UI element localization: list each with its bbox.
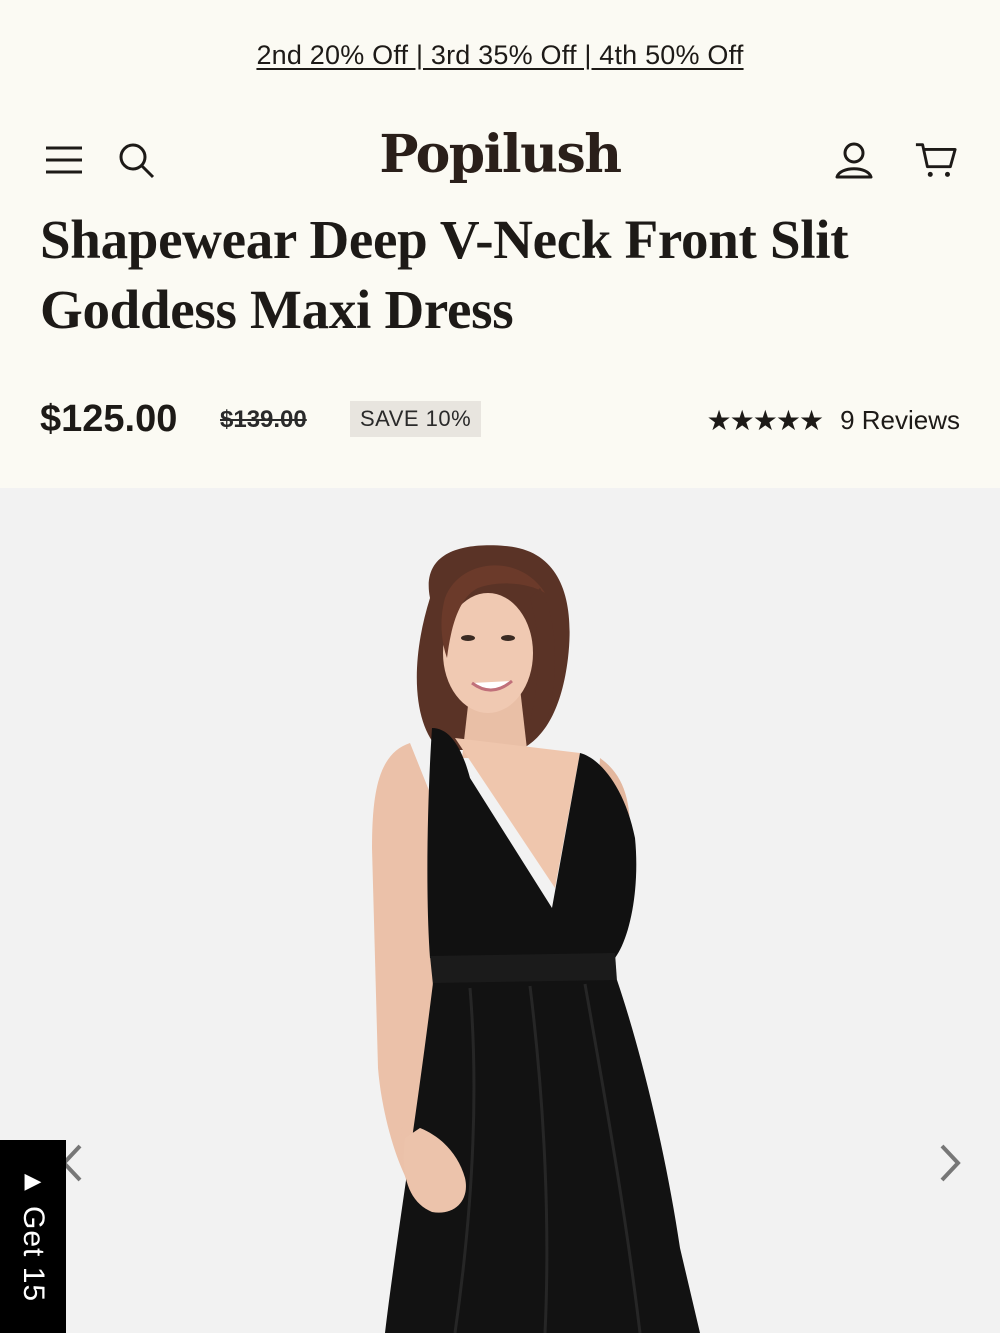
star-rating-icon: ★★★★★ [706, 405, 825, 436]
rating[interactable]: ★★★★★ 9 Reviews [707, 404, 960, 437]
compare-price: $139.00 [220, 406, 307, 433]
save-badge: SAVE 10% [350, 401, 482, 437]
side-tab-label: Get 15 [17, 1206, 50, 1303]
gallery-next-button[interactable] [930, 1138, 970, 1188]
sale-price: $125.00 [40, 398, 178, 440]
chevron-right-icon [940, 1144, 961, 1182]
account-button[interactable] [832, 138, 876, 182]
cart-icon [915, 143, 957, 177]
site-header: Popilush [0, 120, 1000, 200]
play-icon: ▶ [24, 1168, 42, 1193]
discount-side-tab[interactable]: ▶ Get 15 [0, 1140, 66, 1333]
cart-button[interactable] [914, 138, 958, 182]
product-gallery[interactable] [0, 488, 1000, 1333]
product-title: Shapewear Deep V-Neck Front Slit Goddess… [40, 209, 849, 340]
promo-link[interactable]: 2nd 20% Off | 3rd 35% Off | 4th 50% Off [256, 40, 743, 71]
reviews-link[interactable]: 9 Reviews [840, 405, 960, 436]
price-row: $125.00 $139.00 SAVE 10% ★★★★★ 9 Reviews [40, 392, 960, 448]
promo-bar: 2nd 20% Off | 3rd 35% Off | 4th 50% Off [0, 0, 1000, 110]
product-image [372, 545, 700, 1333]
account-icon [835, 142, 873, 179]
